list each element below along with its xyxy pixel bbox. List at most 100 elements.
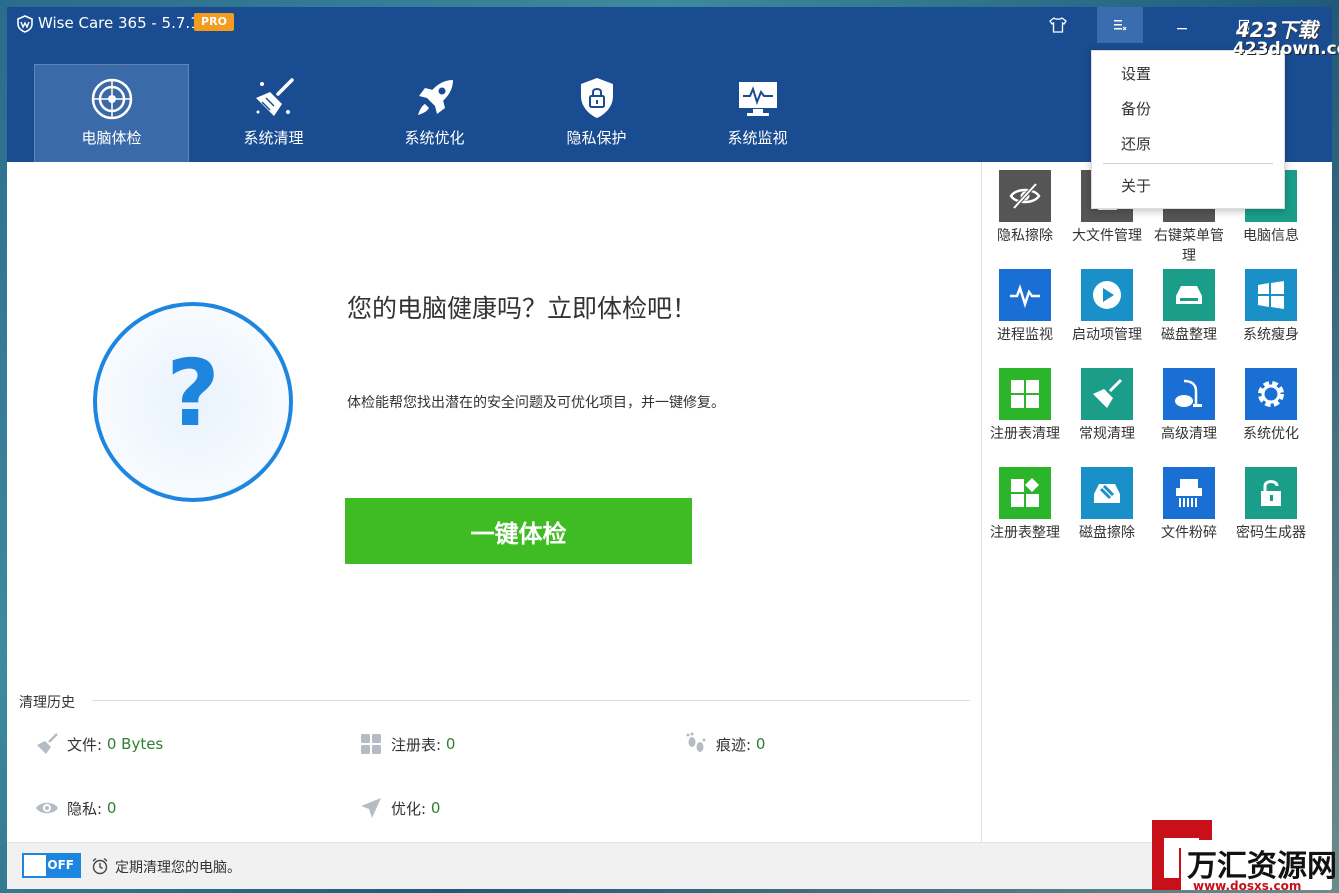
history-divider [92,700,970,701]
paper-plane-icon [359,796,383,820]
tool-label: 磁盘整理 [1161,327,1217,343]
minimize-button[interactable] [1159,7,1205,43]
eye-icon [35,796,59,820]
alarm-clock-icon [92,857,108,875]
tool-label: 磁盘擦除 [1079,525,1135,541]
history-item-privacy: 隐私: 0 [35,796,116,820]
watermark-logo-bottom: 万汇资源网 www.dosxs.com [1149,818,1339,893]
tool-label: 电脑信息 [1243,228,1299,244]
pulse-icon [999,269,1051,321]
watermark-url-bottom: www.dosxs.com [1193,879,1301,893]
page-subline: 体检能帮您找出潜在的安全问题及可优化项目，并一键修复。 [347,395,725,411]
nav-label-optimize: 系统优化 [404,129,465,147]
history-label: 优化: [391,799,427,818]
tools-panel: 隐私擦除 大文件管理 右键菜单管理 电脑信息 进程监视 启动项管理 磁盘整理 系… [981,162,1332,842]
shield-lock-icon [580,78,613,118]
main-menu-dropdown: 设置 备份 还原 关于 [1091,50,1285,209]
pro-badge: PRO [194,13,234,31]
tool-system-slim[interactable]: 系统瘦身 [1230,269,1312,345]
tool-common-clean[interactable]: 常规清理 [1066,368,1148,444]
footer-bar: OFF 定期清理您的电脑。 [7,842,1332,889]
history-label: 隐私: [67,799,103,818]
schedule-clean-toggle[interactable]: OFF [22,853,81,878]
history-value: 0 [445,735,456,753]
menu-button[interactable] [1097,7,1143,43]
health-status-circle: ? [93,302,293,502]
nav-item-optimize[interactable]: 系统优化 [357,64,512,162]
history-label: 注册表: [391,735,442,754]
menu-separator [1103,163,1273,164]
radar-icon [91,78,132,120]
shredder-icon [1163,467,1215,519]
watermark-url-top: 423down.com [1233,39,1339,59]
one-click-checkup-button[interactable]: 一键体检 [345,498,692,564]
tool-label: 注册表整理 [990,525,1060,541]
play-icon [1081,269,1133,321]
history-item-optimize: 优化: 0 [359,796,440,820]
broom-icon [35,732,59,756]
tool-label: 密码生成器 [1236,525,1306,541]
tool-advanced-clean[interactable]: 高级清理 [1148,368,1230,444]
tool-file-shredder[interactable]: 文件粉碎 [1148,467,1230,543]
gear-icon [1245,368,1297,420]
toggle-knob [24,855,46,876]
monitor-pulse-icon [738,82,777,116]
nav-label-privacy: 隐私保护 [566,129,627,147]
tshirt-icon [1049,17,1067,33]
eye-slash-icon [999,170,1051,222]
nav-item-checkup[interactable]: 电脑体检 [34,64,189,162]
nav-item-privacy[interactable]: 隐私保护 [519,64,674,162]
menu-item-settings[interactable]: 设置 [1121,63,1151,84]
history-label: 痕迹: [716,735,752,754]
tool-label: 进程监视 [997,327,1053,343]
menu-item-about[interactable]: 关于 [1121,175,1151,196]
nav-label-clean: 系统清理 [243,129,304,147]
tool-system-optimize[interactable]: 系统优化 [1230,368,1312,444]
minimize-icon [1177,28,1187,30]
rocket-icon [417,80,453,115]
menu-item-restore[interactable]: 还原 [1121,133,1151,154]
tool-label: 高级清理 [1161,426,1217,442]
nav-item-clean[interactable]: 系统清理 [196,64,351,162]
history-label: 文件: [67,735,103,754]
app-logo-icon [17,15,33,33]
app-title: Wise Care 365 - 5.7.1 [38,14,200,32]
grid-defrag-icon [999,467,1051,519]
history-value: 0 Bytes [106,735,164,753]
tool-registry-cleaner[interactable]: 注册表清理 [984,368,1066,444]
tool-label: 大文件管理 [1072,228,1142,244]
tool-registry-defrag[interactable]: 注册表整理 [984,467,1066,543]
grid-icon [999,368,1051,420]
tool-disk-eraser[interactable]: 磁盘擦除 [1066,467,1148,543]
toggle-state: OFF [47,858,74,872]
history-value: 0 [430,799,441,817]
nav-item-monitor[interactable]: 系统监视 [680,64,835,162]
menu-item-backup[interactable]: 备份 [1121,98,1151,119]
tool-startup-manager[interactable]: 启动项管理 [1066,269,1148,345]
broom-icon [1081,368,1133,420]
history-item-registry: 注册表: 0 [359,732,455,756]
lock-icon [1245,467,1297,519]
title-bar[interactable]: Wise Care 365 - 5.7.1 PRO [7,7,1332,43]
disk-icon [1163,269,1215,321]
nav-label-checkup: 电脑体检 [81,129,142,147]
nav-label-monitor: 系统监视 [727,129,788,147]
tool-label: 右键菜单管理 [1154,228,1224,264]
history-title: 清理历史 [19,695,75,711]
tool-process-monitor[interactable]: 进程监视 [984,269,1066,345]
footprint-icon [684,732,708,756]
app-window: Wise Care 365 - 5.7.1 PRO 电脑体检 系统清理 系统优化… [7,7,1332,889]
tool-label: 文件粉碎 [1161,525,1217,541]
main-panel: ? 您的电脑健康吗？立即体检吧！ 体检能帮您找出潜在的安全问题及可优化项目，并一… [7,162,981,842]
history-item-traces: 痕迹: 0 [684,732,765,756]
skin-button[interactable] [1035,7,1081,43]
history-item-files: 文件: 0 Bytes [35,732,163,756]
tool-privacy-eraser[interactable]: 隐私擦除 [984,170,1066,246]
history-value: 0 [755,735,766,753]
broom-icon [255,78,294,116]
menu-icon [1114,20,1127,31]
tool-disk-defrag[interactable]: 磁盘整理 [1148,269,1230,345]
tool-label: 系统优化 [1243,426,1299,442]
tool-label: 常规清理 [1079,426,1135,442]
tool-password-generator[interactable]: 密码生成器 [1230,467,1312,543]
